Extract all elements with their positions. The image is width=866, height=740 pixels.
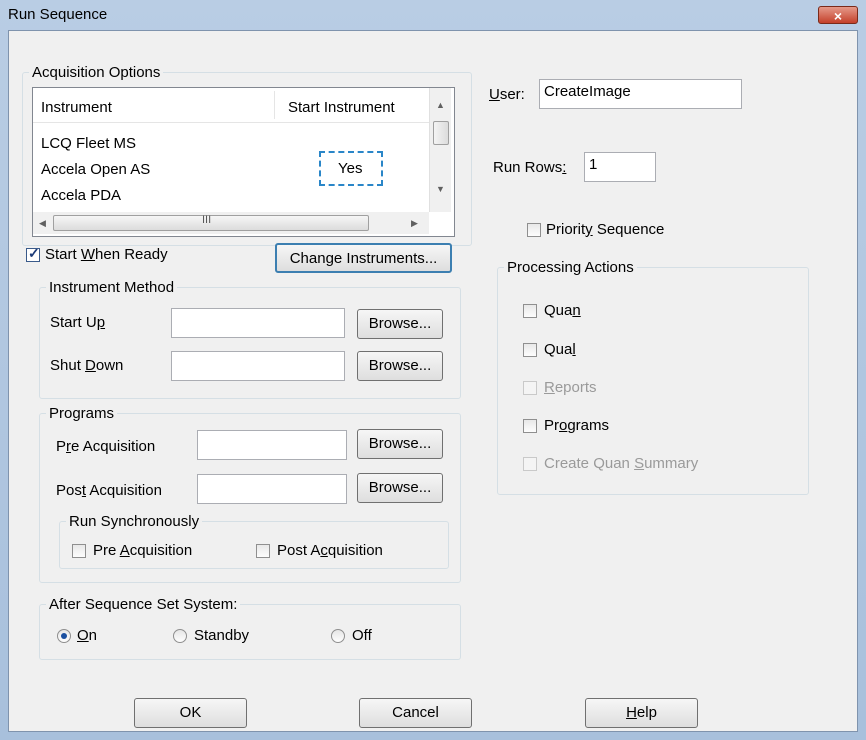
- run-synchronously-group: Run Synchronously: [59, 513, 449, 569]
- pre-acquisition-browse-button[interactable]: Browse...: [357, 429, 443, 459]
- help-button[interactable]: Help: [585, 698, 698, 728]
- after-sequence-standby-radio[interactable]: [173, 629, 187, 643]
- quan-label: Quan: [544, 302, 581, 319]
- start-when-ready-label: Start When Ready: [45, 246, 168, 263]
- shut-down-browse-button[interactable]: Browse...: [357, 351, 443, 381]
- user-field[interactable]: CreateImage: [539, 79, 742, 109]
- create-quan-summary-label: Create Quan Summary: [544, 455, 699, 472]
- ok-button[interactable]: OK: [134, 698, 247, 728]
- run-rows-label: Run Rows:: [493, 159, 567, 176]
- start-up-label: Start Up: [50, 314, 106, 331]
- list-item-instrument[interactable]: Accela Open AS: [41, 161, 150, 178]
- after-sequence-legend: After Sequence Set System:: [49, 596, 238, 613]
- run-synchronously-legend: Run Synchronously: [69, 513, 200, 530]
- change-instruments-button[interactable]: Change Instruments...: [275, 243, 452, 273]
- title-bar[interactable]: Run Sequence ×: [0, 0, 866, 30]
- after-sequence-on-radio[interactable]: [57, 629, 71, 643]
- cancel-button[interactable]: Cancel: [359, 698, 472, 728]
- column-header-start-instrument[interactable]: Start Instrument: [288, 99, 395, 116]
- window-title: Run Sequence: [8, 6, 108, 23]
- programs-label: Programs: [544, 417, 610, 434]
- after-sequence-off-label: Off: [352, 627, 372, 644]
- dialog-client-area: Acquisition Options Instrument Start Ins…: [8, 30, 858, 732]
- priority-sequence-label: Priority Sequence: [546, 221, 665, 238]
- column-divider[interactable]: [274, 91, 275, 119]
- close-button[interactable]: ×: [818, 6, 858, 24]
- list-vertical-scrollbar[interactable]: ▲ ▼: [429, 88, 451, 212]
- create-quan-summary-checkbox[interactable]: [523, 457, 537, 471]
- post-acquisition-label: Post Acquisition: [56, 482, 162, 499]
- programs-checkbox[interactable]: [523, 419, 537, 433]
- list-item-instrument[interactable]: Accela PDA: [41, 187, 121, 204]
- scroll-right-icon[interactable]: ▶: [411, 218, 418, 229]
- vertical-scroll-thumb[interactable]: [433, 121, 449, 145]
- user-label: User:: [489, 86, 525, 103]
- after-sequence-on-label: On: [77, 627, 98, 644]
- list-item-instrument[interactable]: LCQ Fleet MS: [41, 135, 136, 152]
- post-acquisition-browse-button[interactable]: Browse...: [357, 473, 443, 503]
- after-sequence-group: After Sequence Set System:: [39, 596, 461, 660]
- run-sync-post-acquisition-label: Post Acquisition: [277, 542, 383, 559]
- scroll-left-icon[interactable]: ◀: [39, 218, 46, 229]
- qual-checkbox[interactable]: [523, 343, 537, 357]
- column-header-instrument[interactable]: Instrument: [41, 99, 112, 116]
- run-sequence-window: Run Sequence × Acquisition Options Instr…: [0, 0, 866, 740]
- programs-legend: Programs: [49, 405, 115, 422]
- list-header: Instrument Start Instrument: [33, 88, 429, 123]
- quan-checkbox[interactable]: [523, 304, 537, 318]
- run-rows-field[interactable]: 1: [584, 152, 656, 182]
- run-sync-post-acquisition-checkbox[interactable]: [256, 544, 270, 558]
- start-up-field[interactable]: [171, 308, 345, 338]
- horizontal-scroll-thumb[interactable]: III: [53, 214, 369, 231]
- reports-checkbox[interactable]: [523, 381, 537, 395]
- after-sequence-standby-label: Standby: [194, 627, 250, 644]
- list-horizontal-scrollbar[interactable]: ◀ III ▶: [33, 212, 429, 234]
- processing-actions-legend: Processing Actions: [507, 259, 634, 276]
- priority-sequence-checkbox[interactable]: [527, 223, 541, 237]
- shut-down-label: Shut Down: [50, 357, 124, 374]
- instrument-method-group: Instrument Method: [39, 279, 461, 399]
- run-sync-pre-acquisition-label: Pre Acquisition: [93, 542, 193, 559]
- post-acquisition-field[interactable]: [197, 474, 347, 504]
- pre-acquisition-label: Pre Acquisition: [56, 438, 156, 455]
- scroll-grip: III: [202, 214, 212, 226]
- reports-label: Reports: [544, 379, 597, 396]
- start-when-ready-checkbox[interactable]: [26, 245, 40, 262]
- scroll-down-icon[interactable]: ▼: [436, 184, 445, 194]
- run-sync-pre-acquisition-checkbox[interactable]: [72, 544, 86, 558]
- close-icon: ×: [833, 8, 843, 24]
- start-up-browse-button[interactable]: Browse...: [357, 309, 443, 339]
- instrument-list[interactable]: Instrument Start Instrument LCQ Fleet MS…: [32, 87, 455, 237]
- pre-acquisition-field[interactable]: [197, 430, 347, 460]
- qual-label: Qual: [544, 341, 576, 358]
- instrument-method-legend: Instrument Method: [49, 279, 175, 296]
- start-instrument-value: Yes: [338, 160, 363, 177]
- scroll-up-icon[interactable]: ▲: [436, 100, 445, 110]
- start-instrument-cell[interactable]: Yes: [319, 151, 383, 186]
- shut-down-field[interactable]: [171, 351, 345, 381]
- after-sequence-off-radio[interactable]: [331, 629, 345, 643]
- acquisition-options-legend: Acquisition Options: [32, 64, 161, 81]
